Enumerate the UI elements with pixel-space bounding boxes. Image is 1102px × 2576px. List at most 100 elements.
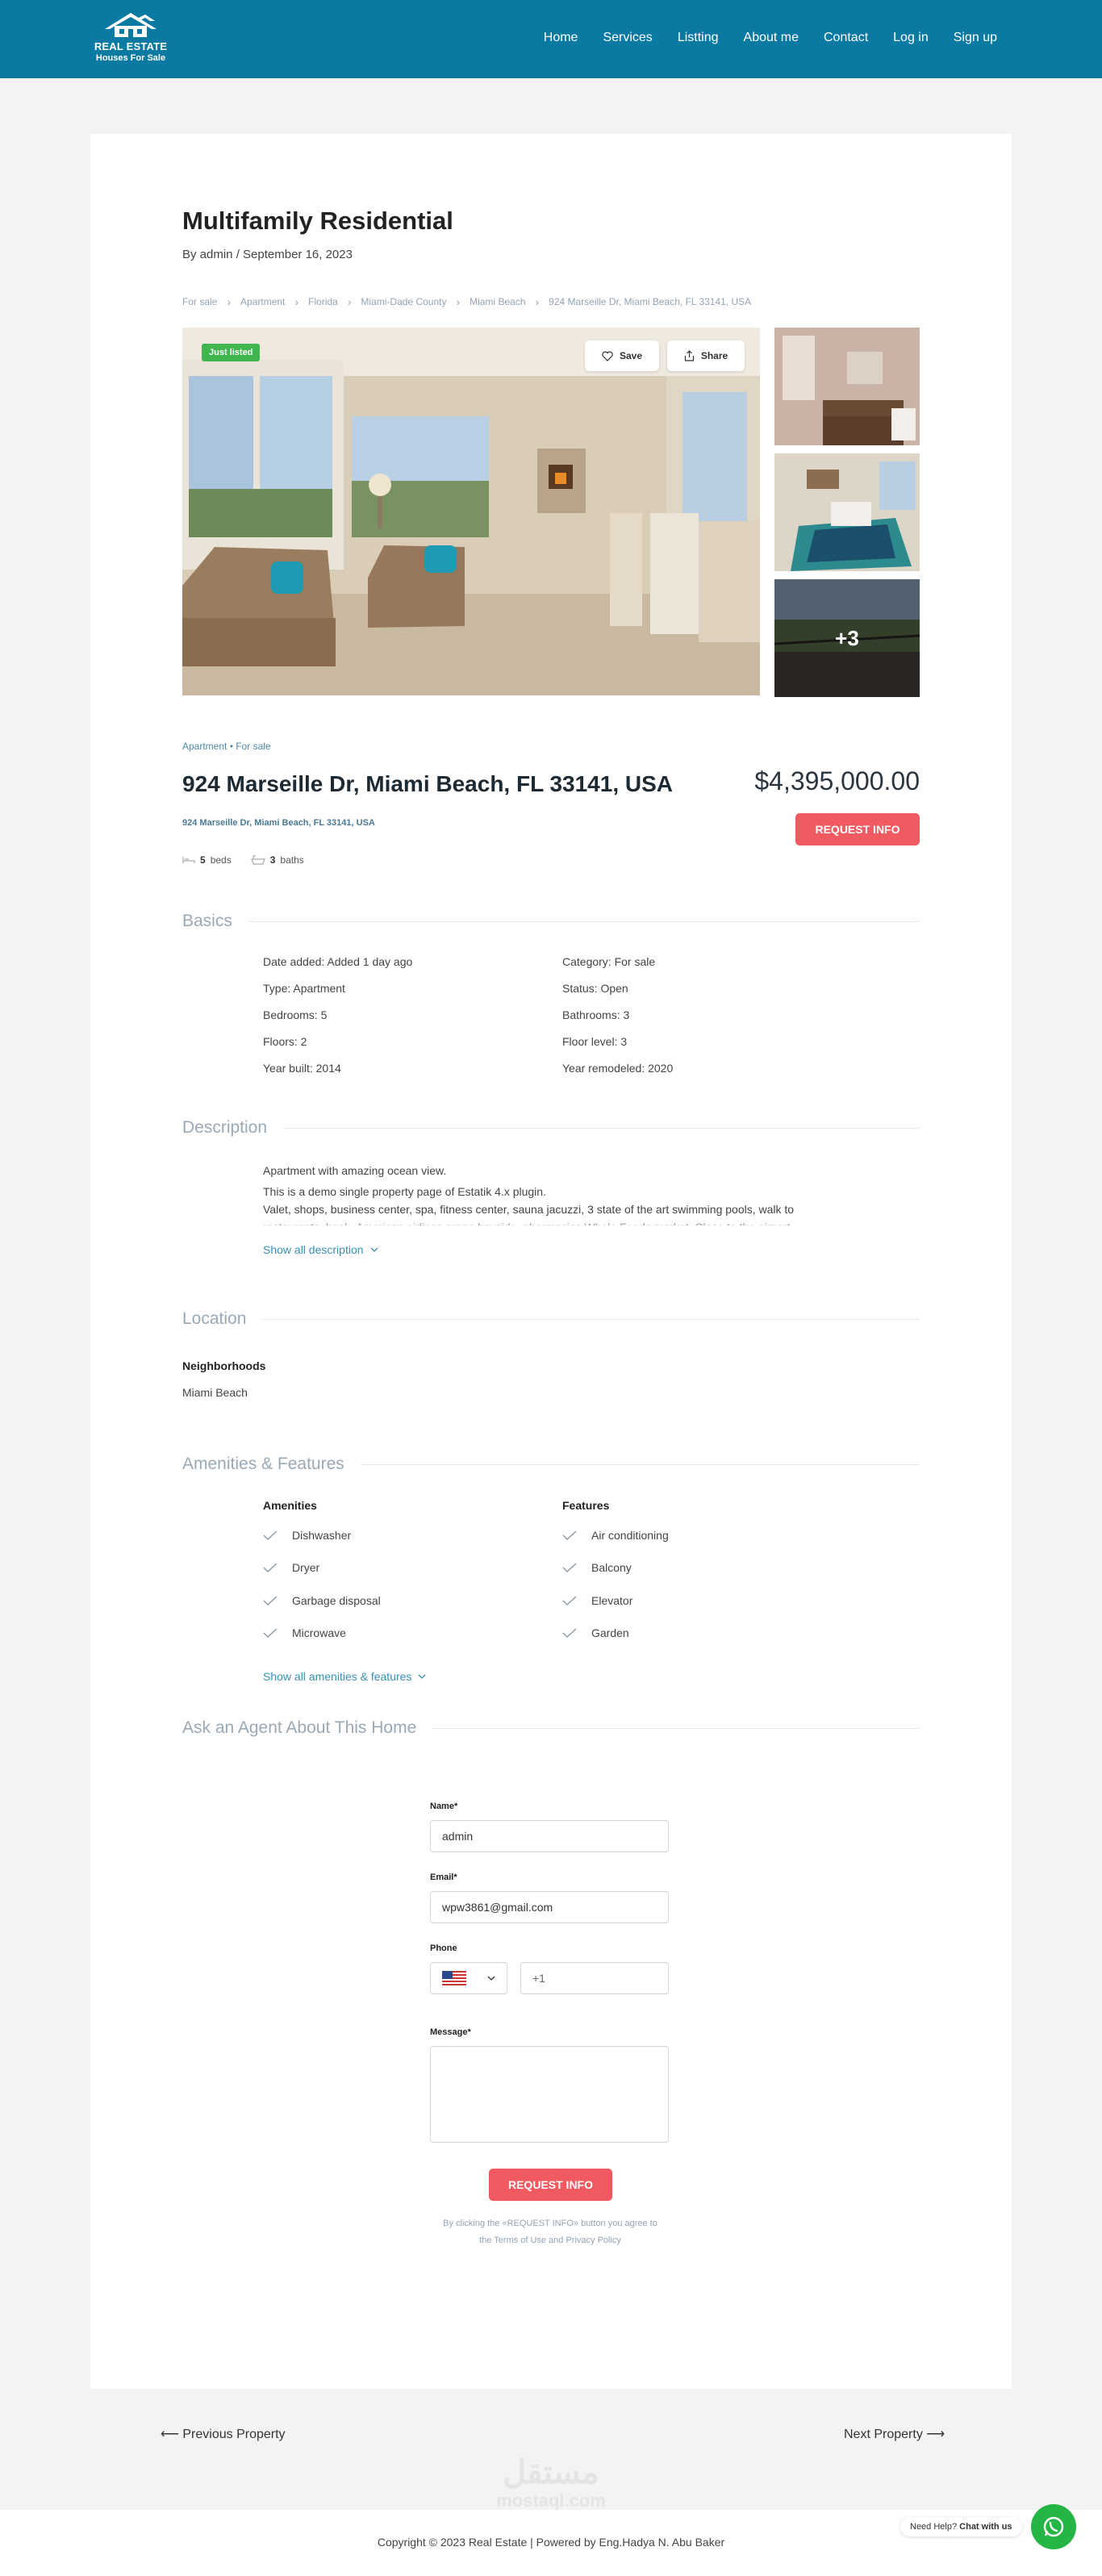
page-title: Multifamily Residential (182, 207, 453, 235)
site-logo[interactable]: REAL ESTATE Houses For Sale (90, 11, 171, 66)
save-button[interactable]: Save (585, 340, 659, 371)
feature-label: Elevator (591, 1594, 633, 1607)
nav-contact[interactable]: Contact (824, 31, 868, 45)
breadcrumb-item[interactable]: Florida (308, 296, 338, 307)
submit-request-button[interactable]: REQUEST INFO (489, 2169, 612, 2201)
property-card: Multifamily Residential By admin / Septe… (90, 134, 1012, 2389)
amenity-label: Garbage disposal (292, 1594, 381, 1607)
gallery-thumb[interactable] (774, 453, 920, 571)
terms-text: By clicking the «REQUEST INFO» button yo… (443, 2219, 657, 2228)
show-all-description-link[interactable]: Show all description (263, 1243, 378, 1256)
us-flag-icon (442, 1971, 466, 1985)
message-textarea[interactable] (430, 2046, 669, 2143)
amenity-item: Dishwasher (263, 1529, 351, 1542)
amenities-column-head: Amenities (263, 1499, 317, 1512)
breadcrumb-item[interactable]: For sale (182, 296, 217, 307)
divider (248, 921, 920, 922)
basics-item: Bedrooms: 5 (263, 1008, 328, 1021)
nav-login[interactable]: Log in (893, 31, 929, 45)
site-header: REAL ESTATE Houses For Sale Home Service… (0, 0, 1102, 78)
location-section-title: Location (182, 1309, 920, 1329)
name-label: Name* (430, 1802, 458, 1811)
request-info-button[interactable]: REQUEST INFO (795, 813, 920, 845)
feature-label: Air conditioning (591, 1529, 669, 1542)
nav-signup[interactable]: Sign up (954, 31, 997, 45)
post-byline: By admin / September 16, 2023 (182, 248, 353, 261)
email-field[interactable]: wpw3861@gmail.com (430, 1891, 669, 1923)
description-text-faded: restaurants, bank, American airlines are… (263, 1218, 820, 1225)
bed-icon (182, 857, 195, 863)
name-field[interactable]: admin (430, 1820, 669, 1852)
share-icon (684, 350, 694, 361)
basics-item: Status: Open (562, 982, 628, 995)
description-section-title: Description (182, 1118, 920, 1138)
main-nav: Home Services Listting About me Contact … (519, 31, 997, 45)
features-column-head: Features (562, 1499, 610, 1512)
feature-item: Air conditioning (562, 1529, 669, 1542)
phone-field[interactable]: +1 (520, 1962, 669, 1994)
amenity-item: Dryer (263, 1561, 319, 1574)
basics-heading: Basics (182, 912, 232, 930)
breadcrumb-item[interactable]: Apartment (240, 296, 285, 307)
chevron-down-icon (370, 1247, 378, 1252)
previous-property-link[interactable]: ⟵ Previous Property (161, 2426, 286, 2442)
description-text: Apartment with amazing ocean view. (263, 1164, 447, 1177)
divider (262, 1318, 920, 1320)
beds-label: beds (210, 854, 232, 866)
gallery-thumb[interactable] (774, 328, 920, 445)
terms-link[interactable]: the Terms of Use and Privacy Policy (413, 2236, 687, 2245)
amenity-item: Garbage disposal (263, 1594, 381, 1607)
ask-agent-heading: Ask an Agent About This Home (182, 1718, 417, 1737)
share-button[interactable]: Share (667, 340, 745, 371)
beds-spec: 5 beds (182, 854, 232, 866)
nav-home[interactable]: Home (544, 31, 578, 45)
basics-item: Year remodeled: 2020 (562, 1062, 674, 1075)
chat-help-bubble[interactable]: Need Help? Chat with us (900, 2517, 1022, 2536)
listing-tags: Apartment • For sale (182, 741, 271, 752)
chevron-right-icon: › (456, 295, 461, 308)
living-room-photo (182, 328, 760, 695)
whatsapp-icon (1043, 2516, 1064, 2537)
divider (283, 1127, 920, 1129)
nav-about[interactable]: About me (744, 31, 799, 45)
listing-specs: 5 beds 3 baths (182, 854, 920, 866)
nav-listing[interactable]: Listting (678, 31, 719, 45)
show-all-amenities-link[interactable]: Show all amenities & features (263, 1670, 426, 1683)
basics-item: Floor level: 3 (562, 1035, 628, 1048)
basics-item: Date added: Added 1 day ago (263, 955, 413, 968)
baths-spec: 3 baths (250, 854, 304, 866)
more-photos-count: +3 (774, 579, 920, 697)
whatsapp-button[interactable] (1031, 2504, 1076, 2549)
chevron-down-icon (487, 1976, 495, 1981)
check-icon (263, 1596, 278, 1605)
country-code-select[interactable] (430, 1962, 507, 1994)
baths-label: baths (280, 854, 304, 866)
breadcrumb-item[interactable]: Miami-Dade County (361, 296, 446, 307)
gallery-thumb-more[interactable]: +3 (774, 579, 920, 697)
nav-services[interactable]: Services (603, 31, 652, 45)
show-all-description-label: Show all description (263, 1243, 364, 1256)
watermark-latin: mostaql.com (496, 2490, 606, 2511)
amenities-section-title: Amenities & Features (182, 1455, 920, 1474)
logo-line-2: Houses For Sale (95, 53, 166, 63)
bedroom-photo (774, 453, 920, 571)
bathroom-photo (774, 328, 920, 445)
beds-count: 5 (200, 854, 206, 866)
baths-count: 3 (269, 854, 276, 866)
description-text: Valet, shops, business center, spa, fitn… (263, 1203, 795, 1216)
chevron-right-icon: › (535, 295, 540, 308)
check-icon (263, 1628, 278, 1638)
feature-item: Balcony (562, 1561, 632, 1574)
feature-item: Elevator (562, 1594, 632, 1607)
feature-label: Garden (591, 1626, 629, 1639)
check-icon (263, 1563, 278, 1572)
phone-label: Phone (430, 1943, 457, 1953)
description-text: This is a demo single property page of E… (263, 1185, 546, 1198)
gallery-main-image[interactable]: Just listed Save Share (182, 328, 760, 695)
breadcrumb-item[interactable]: Miami Beach (470, 296, 525, 307)
listing-price: $4,395,000.00 (754, 766, 920, 795)
heart-icon (602, 351, 613, 361)
amenity-label: Dryer (292, 1561, 320, 1574)
next-property-link[interactable]: Next Property ⟶ (844, 2426, 945, 2442)
check-icon (562, 1596, 577, 1605)
